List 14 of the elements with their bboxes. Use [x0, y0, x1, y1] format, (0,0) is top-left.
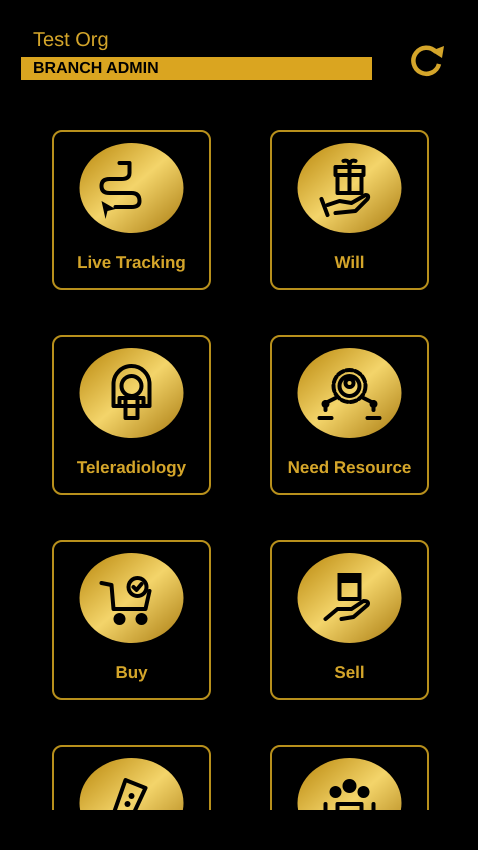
scanner-icon: [78, 348, 185, 438]
cart-icon: [78, 553, 185, 643]
menu-tile[interactable]: Buy: [52, 540, 211, 700]
menu-tile[interactable]: Sell: [270, 540, 429, 700]
org-name: Test Org: [33, 28, 110, 52]
gift-hand-icon: [296, 143, 403, 233]
people-network-icon: [296, 348, 403, 438]
menu-tile[interactable]: Will: [270, 130, 429, 290]
box-hand-icon: [296, 553, 403, 643]
role-label: BRANCH ADMIN: [21, 57, 372, 80]
menu-tile[interactable]: Teleradiology: [52, 335, 211, 495]
route-icon: [78, 143, 185, 233]
menu-tile[interactable]: Live Tracking: [52, 130, 211, 290]
menu-tile[interactable]: Need Resource: [270, 335, 429, 495]
